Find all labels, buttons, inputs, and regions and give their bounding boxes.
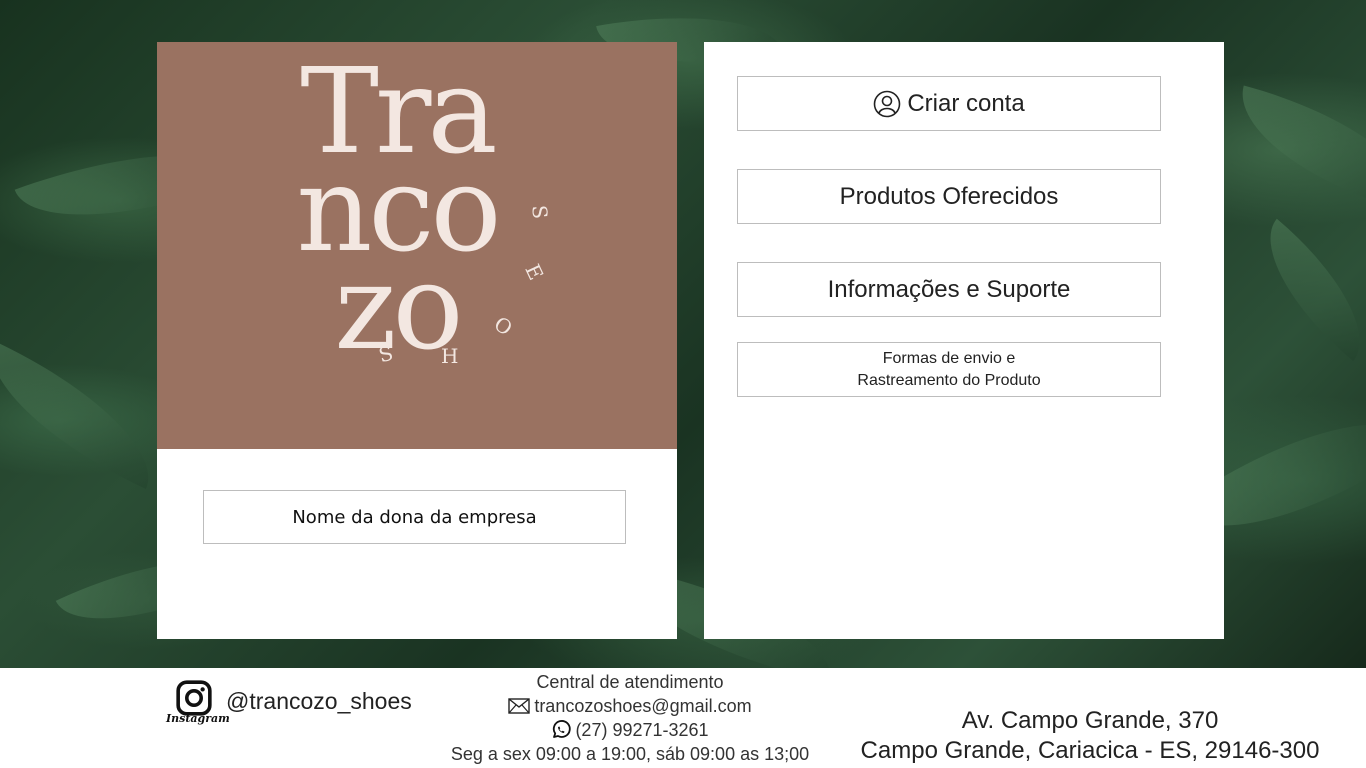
email-text[interactable]: trancozoshoes@gmail.com — [534, 694, 751, 718]
store-address: Av. Campo Grande, 370 Campo Grande, Cari… — [860, 706, 1320, 766]
owner-name-box[interactable]: Nome da dona da empresa — [203, 490, 626, 544]
create-account-button[interactable]: Criar conta — [737, 76, 1161, 131]
brand-logo: Tra nco zo — [277, 52, 517, 366]
logo-panel: Tra nco zo S H O E S — [157, 42, 677, 449]
menu-card: Criar conta Produtos Oferecidos Informaç… — [704, 42, 1224, 639]
address-line-2: Campo Grande, Cariacica - ES, 29146-300 — [860, 737, 1320, 764]
footer: Instagram @trancozo_shoes Central de ate… — [0, 668, 1366, 768]
products-label: Produtos Oferecidos — [839, 182, 1059, 210]
info-support-label: Informações e Suporte — [827, 275, 1071, 303]
logo-sub-letter: H — [441, 344, 459, 368]
create-account-label: Criar conta — [907, 89, 1025, 117]
shipping-label-line2: Rastreamento do Produto — [857, 371, 1041, 389]
instagram-handle[interactable]: @trancozo_shoes — [226, 688, 412, 715]
phone-text[interactable]: (27) 99271-3261 — [575, 718, 708, 742]
info-support-button[interactable]: Informações e Suporte — [737, 262, 1161, 317]
user-circle-icon — [874, 90, 901, 117]
brand-card: Tra nco zo S H O E S Nome da dona da emp… — [157, 42, 677, 639]
instagram-icon[interactable] — [176, 680, 212, 716]
instagram-label: Instagram — [166, 712, 230, 725]
phone-row: (27) 99271-3261 — [440, 718, 820, 742]
logo-sub-letter: S — [527, 204, 553, 220]
owner-name-label: Nome da dona da empresa — [292, 506, 537, 528]
business-hours: Seg a sex 09:00 a 19:00, sáb 09:00 as 13… — [450, 744, 810, 764]
logo-sub-letter: E — [520, 260, 549, 284]
contact-center: Central de atendimento trancozoshoes@gma… — [440, 670, 820, 766]
shipping-label-line1: Formas de envio e — [882, 349, 1016, 367]
contact-title: Central de atendimento — [536, 672, 724, 692]
whatsapp-icon — [553, 720, 572, 738]
shipping-tracking-button[interactable]: Formas de envio e Rastreamento do Produt… — [737, 342, 1161, 397]
address-line-1: Av. Campo Grande, 370 — [961, 707, 1219, 734]
products-button[interactable]: Produtos Oferecidos — [737, 169, 1161, 224]
mail-icon — [508, 698, 531, 714]
email-row: trancozoshoes@gmail.com — [440, 694, 820, 718]
